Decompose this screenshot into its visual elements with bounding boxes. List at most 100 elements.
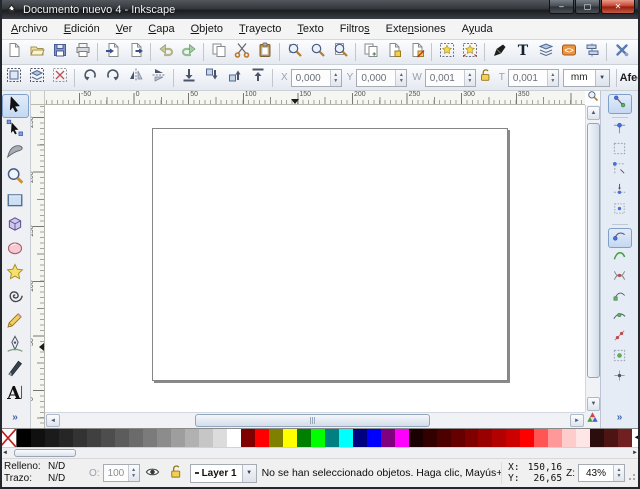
menu-extensiones[interactable]: Extensiones: [378, 20, 454, 38]
palette-scrollbar[interactable]: ◄ ►: [0, 447, 640, 458]
palette-swatch[interactable]: [241, 429, 255, 447]
snap-path-intersections-button[interactable]: [608, 268, 632, 288]
palette-swatch[interactable]: [17, 429, 31, 447]
palette-swatch[interactable]: [534, 429, 548, 447]
deselect-button[interactable]: [48, 67, 71, 88]
snap-bbox-corners-button[interactable]: [608, 161, 632, 181]
palette-scroll-thumb[interactable]: [14, 449, 76, 457]
palette-swatch[interactable]: [367, 429, 381, 447]
snap-bbox-edges-button[interactable]: [608, 141, 632, 161]
x-input[interactable]: 0,000: [292, 70, 330, 86]
palette-swatch[interactable]: [604, 429, 618, 447]
ungroup-objects-button[interactable]: [458, 42, 481, 63]
snap-bbox-button[interactable]: [608, 121, 632, 141]
palette-swatch[interactable]: [548, 429, 562, 447]
create-clone-button[interactable]: [382, 42, 405, 63]
palette-swatch[interactable]: [590, 429, 604, 447]
snap-cusp-nodes-button[interactable]: [608, 288, 632, 308]
scroll-up-arrow-icon[interactable]: ▲: [587, 106, 600, 120]
horizontal-scrollbar[interactable]: ◄ ►: [45, 412, 585, 428]
calligraphy-tool-button[interactable]: [2, 358, 29, 382]
width-spinner[interactable]: ▲▼: [464, 70, 475, 86]
snap-bbox-midpoints-button[interactable]: [608, 181, 632, 201]
scroll-left-arrow-icon[interactable]: ◄: [46, 414, 60, 427]
palette-swatch[interactable]: [185, 429, 199, 447]
lower-button[interactable]: [200, 67, 223, 88]
units-dropdown-arrow-icon[interactable]: ▼: [595, 70, 609, 86]
palette-swatch[interactable]: [31, 429, 45, 447]
flip-horizontal-button[interactable]: [124, 67, 147, 88]
xml-editor-button[interactable]: <>: [557, 42, 580, 63]
export-bitmap-button[interactable]: [124, 42, 147, 63]
palette-swatch[interactable]: [143, 429, 157, 447]
opacity-spinner[interactable]: ▲▼: [128, 465, 139, 481]
menu-objeto[interactable]: Objeto: [183, 20, 231, 38]
palette-swatch[interactable]: [451, 429, 465, 447]
scroll-down-arrow-icon[interactable]: ▼: [587, 397, 600, 411]
palette-swatch[interactable]: [45, 429, 59, 447]
lower-to-bottom-button[interactable]: [177, 67, 200, 88]
palette-swatch[interactable]: [353, 429, 367, 447]
palette-swatch[interactable]: [171, 429, 185, 447]
minimize-button[interactable]: –: [549, 0, 574, 14]
inkscape-preferences-button[interactable]: [610, 42, 633, 63]
palette-swatch[interactable]: [101, 429, 115, 447]
flip-vertical-button[interactable]: [147, 67, 170, 88]
group-objects-button[interactable]: [435, 42, 458, 63]
align-distribute-button[interactable]: [580, 42, 603, 63]
palette-swatch[interactable]: [311, 429, 325, 447]
palette-swatch[interactable]: [227, 429, 241, 447]
menu-filtros[interactable]: Filtros: [332, 20, 378, 38]
palette-swatch[interactable]: [325, 429, 339, 447]
palette-scroll-right-icon[interactable]: ►: [632, 449, 638, 458]
palette-swatch[interactable]: [506, 429, 520, 447]
menu-trayecto[interactable]: Trayecto: [231, 20, 289, 38]
zoom-spinner[interactable]: ▲▼: [613, 465, 624, 481]
rectangle-tool-button[interactable]: [2, 190, 29, 214]
maximize-button[interactable]: ▢: [575, 0, 600, 14]
lock-ratio-button[interactable]: [476, 68, 494, 87]
palette-swatch[interactable]: [520, 429, 534, 447]
layer-visibility-button[interactable]: [143, 463, 163, 483]
vertical-ruler[interactable]: 250200150100500: [31, 105, 45, 428]
scroll-right-arrow-icon[interactable]: ►: [570, 414, 584, 427]
palette-swatch[interactable]: [395, 429, 409, 447]
text-tool-button[interactable]: A: [2, 382, 29, 406]
palette-swatch[interactable]: [576, 429, 590, 447]
resize-grip[interactable]: [628, 464, 636, 482]
undo-button[interactable]: [154, 42, 177, 63]
print-document-button[interactable]: [71, 42, 94, 63]
menu-archivo[interactable]: Archivo: [3, 20, 56, 38]
tweak-button[interactable]: [2, 142, 29, 166]
raise-to-top-button[interactable]: [246, 67, 269, 88]
palette-swatch[interactable]: [199, 429, 213, 447]
palette-swatch[interactable]: [492, 429, 506, 447]
y-input[interactable]: 0,000: [357, 70, 395, 86]
toolbox-overflow-button[interactable]: »: [12, 412, 18, 423]
cut-button[interactable]: [230, 42, 253, 63]
palette-swatch[interactable]: [255, 429, 269, 447]
palette-swatch[interactable]: [269, 429, 283, 447]
palette-swatch[interactable]: [409, 429, 423, 447]
vertical-scroll-thumb[interactable]: [587, 123, 600, 378]
new-document-button[interactable]: [2, 42, 25, 63]
menu-ayuda[interactable]: Ayuda: [454, 20, 501, 38]
snap-smooth-nodes-button[interactable]: [608, 308, 632, 328]
selector-button[interactable]: [2, 94, 29, 118]
enable-snapping-button[interactable]: [608, 94, 632, 114]
snap-rotation-centers-button[interactable]: [608, 368, 632, 388]
snap-object-centers-button[interactable]: [608, 348, 632, 368]
vertical-scrollbar[interactable]: ▲ ▼: [585, 105, 600, 412]
palette-swatch[interactable]: [115, 429, 129, 447]
palette-swatch[interactable]: [59, 429, 73, 447]
palette-scroll-left-icon[interactable]: ◄: [2, 449, 8, 458]
select-all-layers-button[interactable]: [25, 67, 48, 88]
height-spinner[interactable]: ▲▼: [547, 70, 558, 86]
menu-texto[interactable]: Texto: [289, 20, 331, 38]
menu-edicion[interactable]: Edición: [56, 20, 108, 38]
palette-swatch[interactable]: [213, 429, 227, 447]
palette-swatch[interactable]: [129, 429, 143, 447]
palette-swatch[interactable]: [297, 429, 311, 447]
palette-swatch[interactable]: [381, 429, 395, 447]
zoom-to-drawing-button[interactable]: [306, 42, 329, 63]
